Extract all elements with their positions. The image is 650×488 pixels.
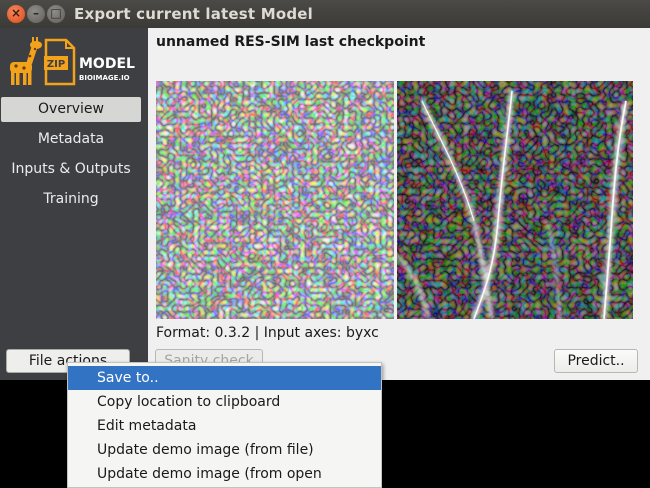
model-name-title: unnamed RES-SIM last checkpoint (156, 34, 426, 50)
output-preview-image (397, 81, 633, 319)
minimize-window-button[interactable]: – (27, 5, 45, 23)
menu-item-save-to[interactable]: Save to.. (68, 366, 381, 390)
svg-text:ZIP: ZIP (47, 59, 65, 70)
predict-button[interactable]: Predict.. (554, 349, 638, 373)
input-preview-image (156, 81, 394, 319)
maximize-window-button[interactable]: □ (47, 5, 65, 23)
menu-item-copy-location[interactable]: Copy location to clipboard (68, 390, 381, 414)
bioimage-model-zip-logo: ZIP MODEL BIOIMAGE.IO (4, 36, 139, 88)
overview-panel: unnamed RES-SIM last checkpoint Format: … (148, 28, 650, 380)
menu-item-update-demo-from-file[interactable]: Update demo image (from file) (68, 438, 381, 462)
sidebar-item-metadata[interactable]: Metadata (1, 127, 141, 152)
close-window-button[interactable]: × (7, 5, 25, 23)
logo-model-text: MODEL (79, 56, 135, 72)
sidebar-item-overview[interactable]: Overview (1, 97, 141, 122)
sidebar-item-inputs-outputs[interactable]: Inputs & Outputs (1, 157, 141, 182)
export-model-window: × – □ Export current latest Model ZIP MO… (0, 0, 650, 380)
title-bar: × – □ Export current latest Model (0, 0, 650, 28)
file-actions-menu: Save to.. Copy location to clipboard Edi… (67, 362, 382, 488)
menu-item-edit-metadata[interactable]: Edit metadata (68, 414, 381, 438)
sidebar-item-training[interactable]: Training (1, 187, 141, 212)
logo-site-text: BIOIMAGE.IO (79, 74, 130, 82)
model-preview (156, 81, 633, 319)
format-info: Format: 0.3.2 | Input axes: byxc (156, 325, 379, 341)
window-title: Export current latest Model (74, 5, 313, 23)
sidebar: ZIP MODEL BIOIMAGE.IO Overview Metadata … (0, 28, 148, 380)
menu-item-update-demo-from-open-images[interactable]: Update demo image (from open images) (68, 462, 381, 486)
